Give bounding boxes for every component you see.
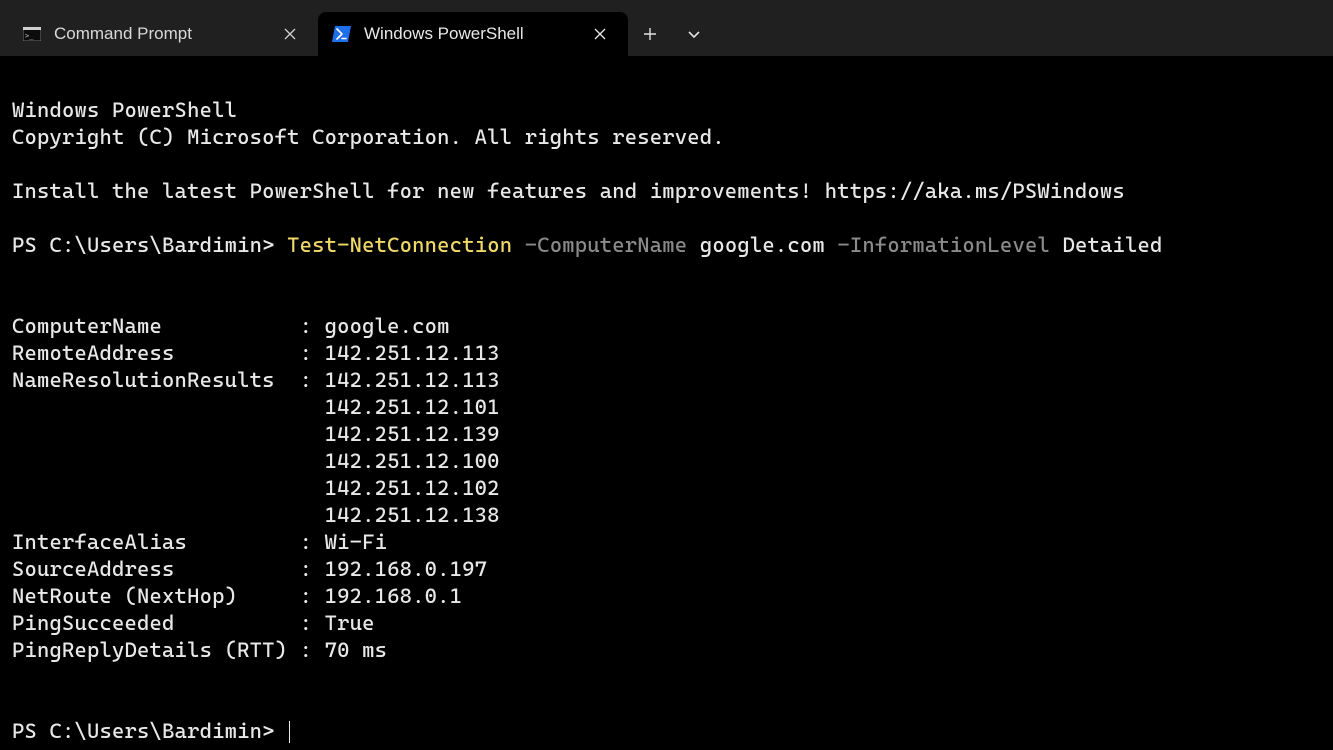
banner-line: Install the latest PowerShell for new fe… <box>12 179 1125 203</box>
prompt-line: PS C:\Users\Bardimin> Test-NetConnection… <box>12 233 1163 257</box>
out-row: 142.251.12.100 <box>12 449 500 473</box>
tab-dropdown-button[interactable] <box>672 15 716 53</box>
close-icon[interactable] <box>586 20 614 48</box>
prompt-line: PS C:\Users\Bardimin> <box>12 719 290 743</box>
tab-actions <box>628 12 716 56</box>
terminal-output[interactable]: Windows PowerShell Copyright (C) Microso… <box>0 56 1333 749</box>
svg-text:>_: >_ <box>25 32 34 40</box>
out-row: ComputerName : google.com <box>12 314 450 338</box>
param-value: google.com <box>700 233 825 257</box>
close-icon[interactable] <box>276 20 304 48</box>
out-row: SourceAddress : 192.168.0.197 <box>12 557 487 581</box>
out-row: 142.251.12.138 <box>12 503 500 527</box>
out-row: 142.251.12.101 <box>12 395 500 419</box>
out-row: 142.251.12.102 <box>12 476 500 500</box>
out-row: NameResolutionResults : 142.251.12.113 <box>12 368 500 392</box>
out-row: PingSucceeded : True <box>12 611 375 635</box>
out-row: 142.251.12.139 <box>12 422 500 446</box>
tab-command-prompt[interactable]: >_ Command Prompt <box>8 12 318 56</box>
cursor <box>289 721 290 743</box>
out-row: NetRoute (NextHop) : 192.168.0.1 <box>12 584 462 608</box>
title-bar: >_ Command Prompt Windows PowerShell <box>0 0 1333 56</box>
out-row: RemoteAddress : 142.251.12.113 <box>12 341 500 365</box>
cmd-icon: >_ <box>22 24 42 44</box>
tab-powershell[interactable]: Windows PowerShell <box>318 12 628 56</box>
powershell-icon <box>332 24 352 44</box>
new-tab-button[interactable] <box>628 15 672 53</box>
param-flag: -InformationLevel <box>837 233 1050 257</box>
param-flag: -ComputerName <box>525 233 688 257</box>
param-value: Detailed <box>1062 233 1162 257</box>
out-row: PingReplyDetails (RTT) : 70 ms <box>12 638 387 662</box>
banner-line: Copyright (C) Microsoft Corporation. All… <box>12 125 725 149</box>
cmdlet: Test-NetConnection <box>287 233 512 257</box>
out-row: InterfaceAlias : Wi-Fi <box>12 530 387 554</box>
tab-label: Command Prompt <box>54 24 264 44</box>
banner-line: Windows PowerShell <box>12 98 237 122</box>
tab-label: Windows PowerShell <box>364 24 574 44</box>
